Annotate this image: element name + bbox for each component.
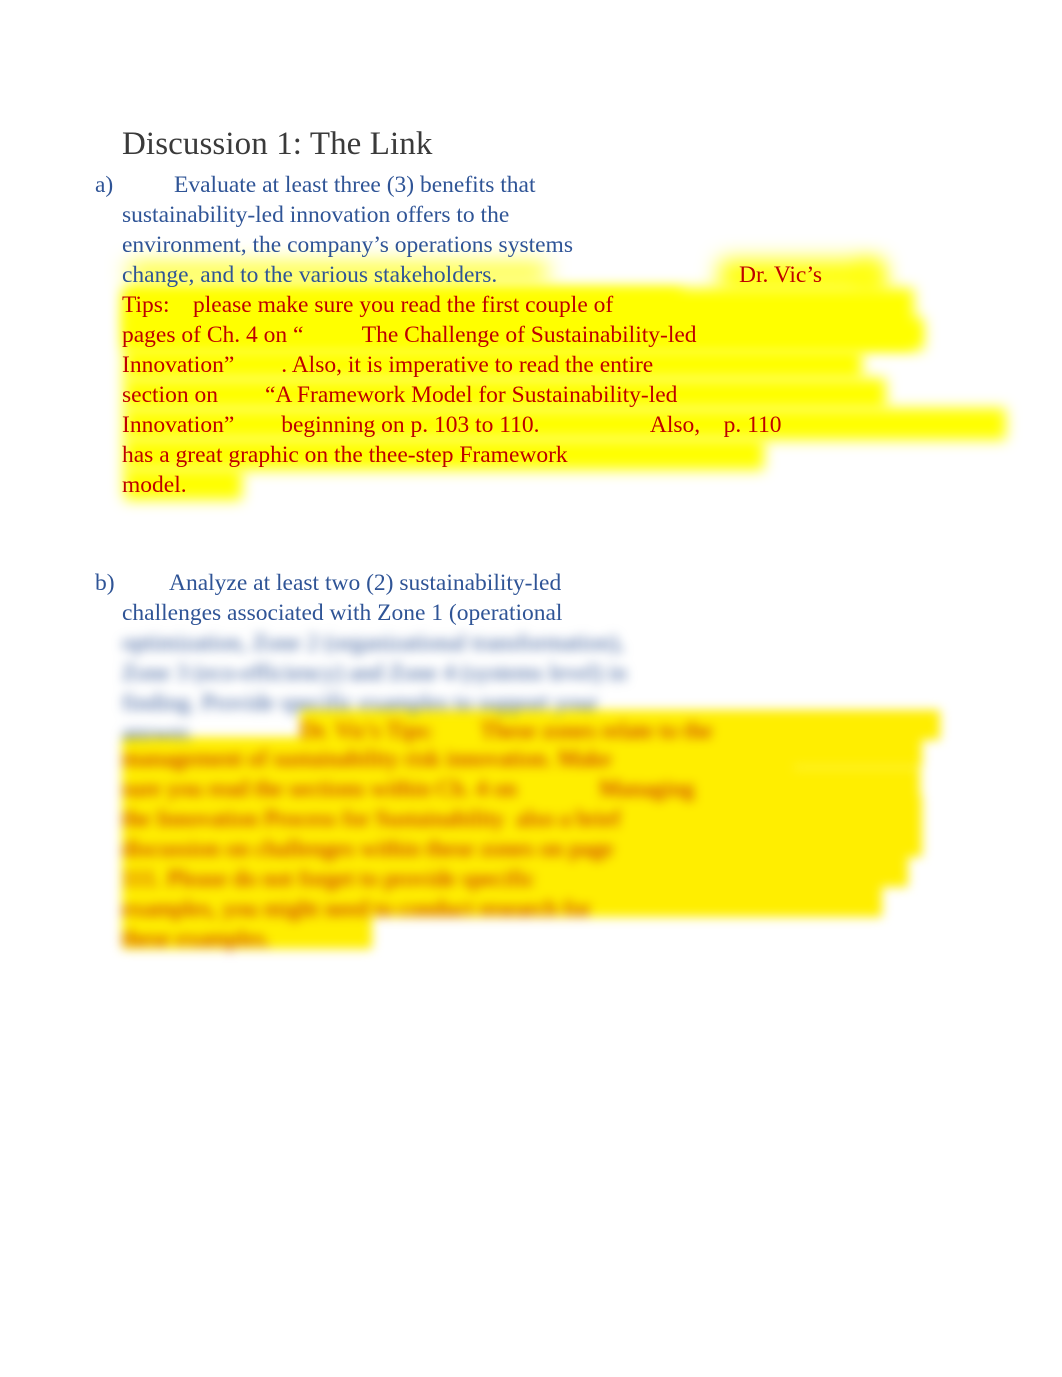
item-a-tips: Dr. Vic’s Tips: please make sure you rea… [122,260,1022,505]
document-page: Discussion 1: The Link a) Evaluate at le… [0,0,1062,1377]
tips-line: Innovation” beginning on p. 103 to 110. … [122,412,782,438]
redacted-line: Dr. Vic's Tips: These zones relate to th… [300,718,713,744]
tips-line: model. [122,472,187,498]
tips-line: Tips: please make sure you read the firs… [122,292,614,318]
redacted-line: examples, you might need to conduct rese… [122,896,591,922]
list-marker-a: a) [95,172,114,198]
redacted-line: sure you read the sections within Ch. 4 … [122,776,695,802]
list-marker-b: b) [95,570,115,596]
redacted-line: 111. Please do not forget to provide spe… [122,866,535,892]
tips-line: section on “A Framework Model for Sustai… [122,382,678,408]
page-title: Discussion 1: The Link [122,126,433,162]
prompt-line: sustainability-led innovation offers to … [122,202,510,228]
prompt-line: Analyze at least two (2) sustainability-… [169,570,562,596]
tips-line: Innovation” . Also, it is imperative to … [122,352,654,378]
prompt-line: Evaluate at least three (3) benefits tha… [174,172,536,198]
tips-line: Dr. Vic’s [739,262,823,288]
highlight-blob [740,768,920,798]
tips-line: pages of Ch. 4 on “ The Challenge of Sus… [122,322,697,348]
redacted-line: finding. Provide specific examples to su… [122,690,598,716]
prompt-line: environment, the company’s operations sy… [122,232,573,258]
tips-line: has a great graphic on the thee-step Fra… [122,442,568,468]
redacted-line: management of sustainability risk innova… [122,746,612,772]
redacted-line: the Innovation Process for Sustainabilit… [122,806,621,832]
redacted-line: Zone 3 (eco-efficiency) and Zone 4 (syst… [122,660,627,686]
redacted-line: discussion on challenges within these zo… [122,836,614,862]
redacted-line: optimization, Zone 2 (organizational tra… [122,630,625,656]
redacted-line: these examples. [122,926,271,952]
redacted-text-region: optimization, Zone 2 (organizational tra… [0,620,1062,972]
